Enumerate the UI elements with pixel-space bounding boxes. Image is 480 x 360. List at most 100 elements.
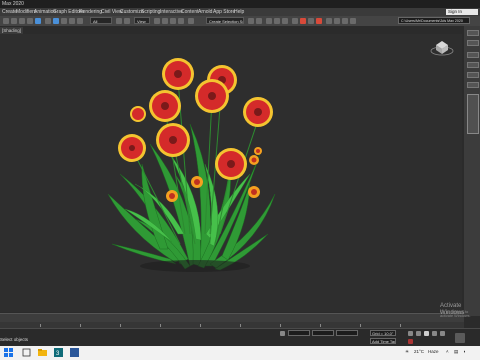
tray-chevron-icon[interactable]: ˄ [446,349,449,354]
perspective-viewport[interactable] [0,34,462,312]
go-start-icon[interactable] [408,331,413,336]
flower-6 [156,123,190,157]
menu-help[interactable]: Help [234,8,244,16]
bud-5 [254,147,262,155]
go-end-icon[interactable] [440,331,445,336]
scale-icon[interactable] [77,18,83,24]
grid-readout: Grid = 10.0" [370,330,396,336]
ruler-tick [280,324,281,327]
bud-3 [248,186,260,198]
taskview-icon[interactable] [22,348,31,357]
material-editor-icon[interactable] [292,18,298,24]
link-icon[interactable] [19,18,25,24]
next-frame-icon[interactable] [432,331,437,336]
status-prompt: Select objects [0,337,29,342]
window-title: Max 2020 [2,1,24,7]
workspace-icon[interactable] [342,18,348,24]
unlink-icon[interactable] [27,18,33,24]
window-crossing-icon[interactable] [124,18,130,24]
rotate-icon[interactable] [69,18,75,24]
align-icon[interactable] [256,18,262,24]
redo-icon[interactable] [11,18,17,24]
flower-8 [215,148,247,180]
bind-spacewarp-icon[interactable] [35,18,41,24]
menu-rendering[interactable]: Rendering [79,8,102,16]
select-region-icon[interactable] [53,18,59,24]
menu-app-store[interactable]: App Store [213,8,235,16]
layer-icon[interactable] [266,18,272,24]
ruler-tick [360,324,361,327]
spinner-snap-icon[interactable] [178,18,184,24]
select-icon[interactable] [45,18,51,24]
ruler-tick [40,324,41,327]
modifier-stack[interactable] [467,94,479,134]
volume-icon[interactable]: ◖ [463,349,466,354]
folder-icon[interactable] [350,18,356,24]
windows-start-icon[interactable] [4,348,13,357]
angle-snap-icon[interactable] [162,18,168,24]
y-coordinate-field[interactable] [312,330,334,336]
weather-icon: ☀ [405,349,410,354]
menu-bar: Create Modifiers Animation Graph Editors… [0,8,480,16]
viewcube-icon[interactable] [430,38,454,56]
lock-icon[interactable] [280,331,285,336]
explorer-icon[interactable] [38,348,47,357]
undo-icon[interactable] [3,18,9,24]
panel-field-3[interactable] [467,82,479,88]
ruler-tick [160,324,161,327]
move-icon[interactable] [61,18,67,24]
title-bar: Max 2020 [0,0,480,8]
bud-4 [249,155,259,165]
viewport-settings-icon[interactable] [334,18,340,24]
selection-set-dropdown[interactable]: Create Selection Se [206,17,244,24]
project-path-field[interactable]: C:\Users\Mr\Documents\3ds Max 2020 [398,17,470,24]
menu-create[interactable]: Create [2,8,17,16]
ruler-tick [80,324,81,327]
x-coordinate-field[interactable] [288,330,310,336]
flower-4 [195,79,229,113]
ground-shadow [140,260,250,272]
mirror-icon[interactable] [248,18,254,24]
3dsmax-icon[interactable]: 3 [54,348,63,357]
activate-windows-hint: Go to Settings to activate Windows. [440,310,471,318]
viewport-label[interactable]: [Shading] [0,27,24,34]
prev-frame-icon[interactable] [416,331,421,336]
menu-content[interactable]: Content [181,8,199,16]
select-by-name-icon[interactable] [116,18,122,24]
bud-2 [166,190,178,202]
command-panel [464,26,480,316]
panel-field-1[interactable] [467,62,479,68]
render-setup-icon[interactable] [300,18,306,24]
reference-coord-dropdown[interactable]: View [134,17,150,24]
ruler-tick [120,324,121,327]
create-tab[interactable] [467,30,479,36]
filter-dropdown[interactable]: All [90,17,112,24]
menu-scripting[interactable]: Scripting [141,8,160,16]
weather-condition[interactable]: Haze [428,349,439,354]
z-coordinate-field[interactable] [336,330,358,336]
key-icon[interactable] [408,339,413,344]
modify-tab[interactable] [467,40,479,46]
add-viewport-icon[interactable] [455,333,465,343]
sign-in-button[interactable]: Sign In [446,9,478,15]
modifier-list[interactable] [467,52,479,58]
ruler-tick [400,324,401,327]
menu-arnold[interactable]: Arnold [198,8,212,16]
flower-3 [149,90,181,122]
percent-snap-icon[interactable] [170,18,176,24]
add-time-tag-button[interactable]: Add Time Tag [370,338,396,344]
curve-editor-icon[interactable] [274,18,280,24]
render-frame-icon[interactable] [308,18,314,24]
flower-1 [162,58,194,90]
named-selection-icon[interactable] [188,18,194,24]
panel-field-2[interactable] [467,72,479,78]
menu-interactive[interactable]: Interactive [160,8,183,16]
network-icon[interactable]: ▤ [454,349,458,355]
arnold-icon[interactable] [326,18,332,24]
browser-icon[interactable] [70,348,79,357]
render-icon[interactable] [316,18,322,24]
play-icon[interactable] [424,331,429,336]
snap-icon[interactable] [154,18,160,24]
schematic-icon[interactable] [282,18,288,24]
temperature-readout[interactable]: 21°C [414,349,424,354]
